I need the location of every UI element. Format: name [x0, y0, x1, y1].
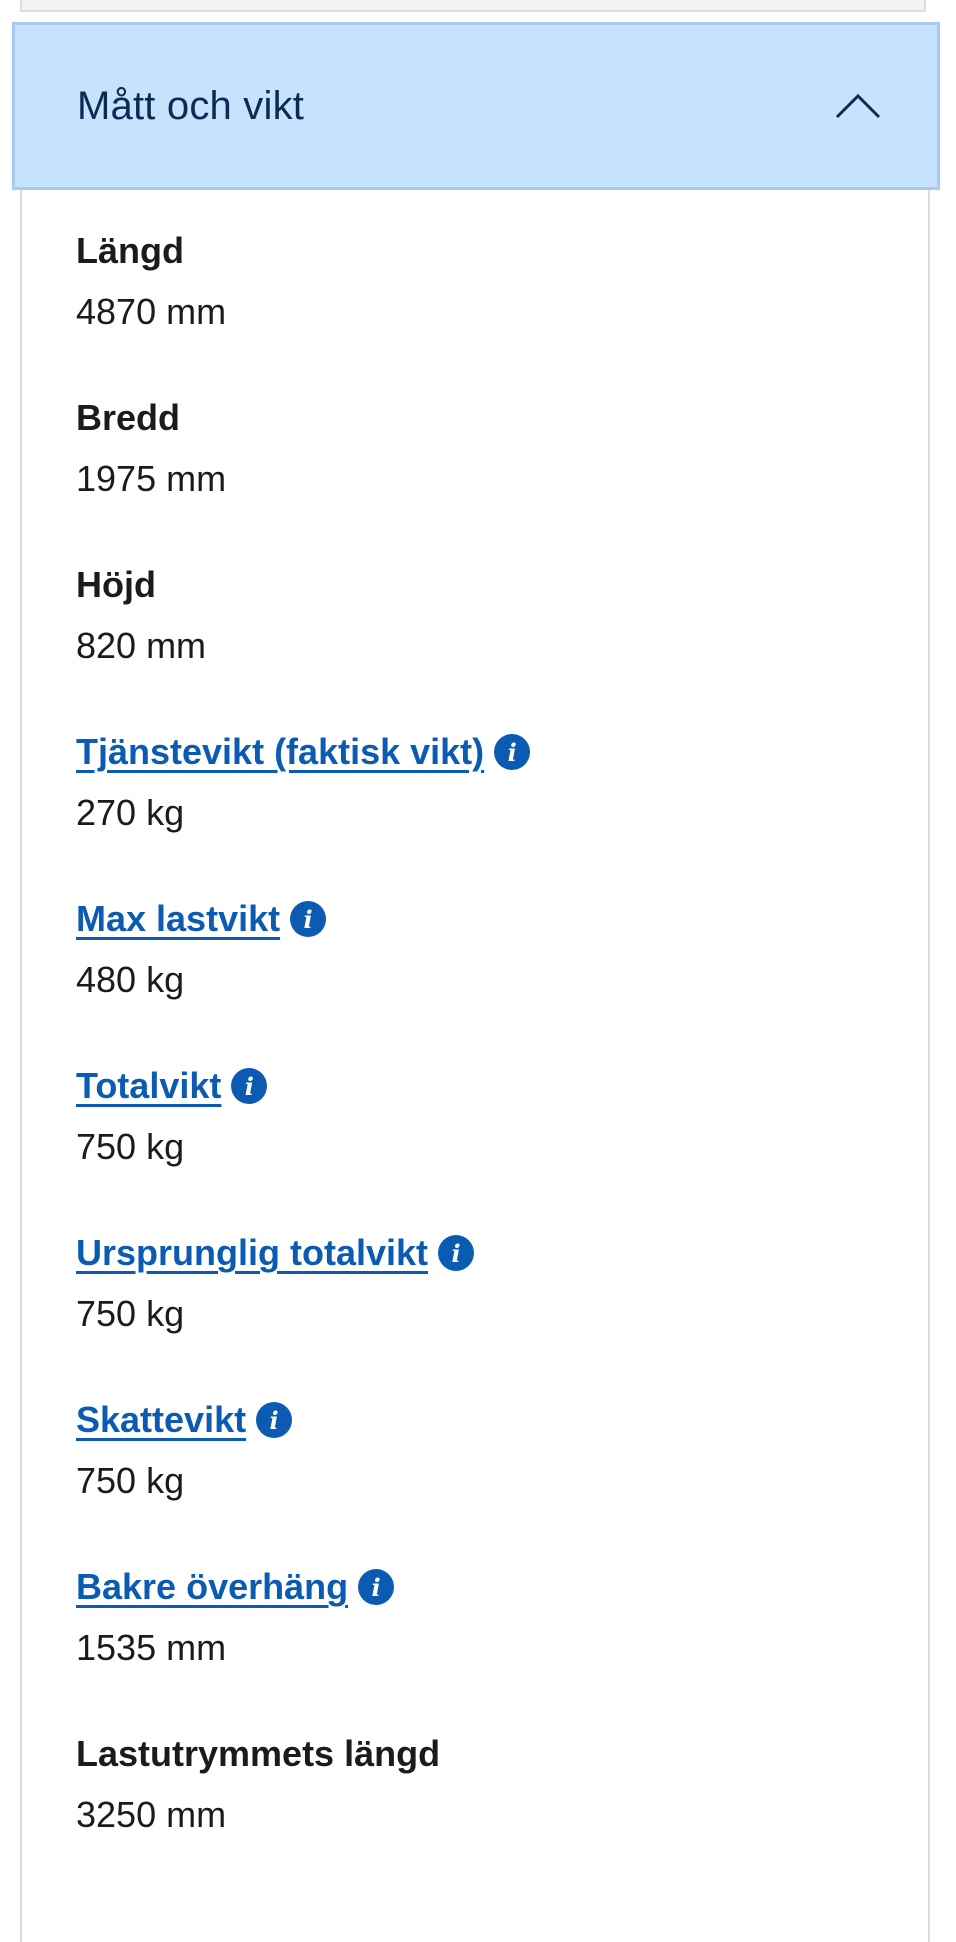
info-icon[interactable]: i: [494, 734, 531, 770]
item-value: 1975 mm: [76, 458, 227, 499]
item-value: 3250 mm: [76, 1794, 227, 1835]
list-item-bredd: Bredd 1975 mm: [76, 392, 896, 559]
info-icon[interactable]: i: [358, 1569, 395, 1605]
info-icon[interactable]: i: [290, 901, 327, 937]
list-item-langd: Längd 4870 mm: [76, 225, 896, 392]
totalvikt-link[interactable]: Totalvikt: [76, 1065, 221, 1107]
max-lastvikt-link[interactable]: Max lastvikt: [76, 898, 280, 940]
item-value: 750 kg: [76, 1293, 185, 1334]
list-item-skattevikt: Skattevikt i 750 kg: [76, 1394, 896, 1561]
list-item-tjanstevikt: Tjänstevikt (faktisk vikt) i 270 kg: [76, 726, 896, 893]
item-value: 4870 mm: [76, 291, 227, 332]
info-icon[interactable]: i: [256, 1402, 293, 1438]
accordion-header-matt-och-vikt[interactable]: Mått och vikt: [12, 22, 940, 190]
info-icon[interactable]: i: [438, 1235, 475, 1271]
list-item-max-lastvikt: Max lastvikt i 480 kg: [76, 893, 896, 1060]
item-label: Lastutrymmets längd: [76, 1733, 441, 1774]
item-value: 1535 mm: [76, 1627, 227, 1668]
list-item-totalvikt: Totalvikt i 750 kg: [76, 1060, 896, 1227]
item-value: 750 kg: [76, 1460, 185, 1501]
ursprunglig-totalvikt-link[interactable]: Ursprunglig totalvikt: [76, 1232, 428, 1274]
item-label: Längd: [76, 230, 184, 271]
item-label: Bredd: [76, 397, 181, 438]
info-icon[interactable]: i: [231, 1068, 268, 1104]
item-value: 750 kg: [76, 1126, 185, 1167]
item-label: Höjd: [76, 564, 156, 605]
item-value: 270 kg: [76, 792, 185, 833]
item-value: 480 kg: [76, 959, 185, 1000]
skattevikt-link[interactable]: Skattevikt: [76, 1399, 246, 1441]
accordion-title: Mått och vikt: [77, 83, 305, 128]
bakre-overhang-link[interactable]: Bakre överhäng: [76, 1566, 348, 1608]
tjanstevikt-link[interactable]: Tjänstevikt (faktisk vikt): [76, 731, 484, 773]
dimensions-list: Längd 4870 mm Bredd 1975 mm Höjd 820 mm …: [76, 225, 896, 1895]
list-item-hojd: Höjd 820 mm: [76, 559, 896, 726]
previous-accordion-panel: [20, 0, 926, 12]
chevron-up-icon[interactable]: [835, 93, 881, 119]
list-item-ursprunglig-totalvikt: Ursprunglig totalvikt i 750 kg: [76, 1227, 896, 1394]
item-value: 820 mm: [76, 625, 207, 666]
list-item-bakre-overhang: Bakre överhäng i 1535 mm: [76, 1561, 896, 1728]
list-item-lastutrymmets-langd: Lastutrymmets längd 3250 mm: [76, 1728, 896, 1895]
